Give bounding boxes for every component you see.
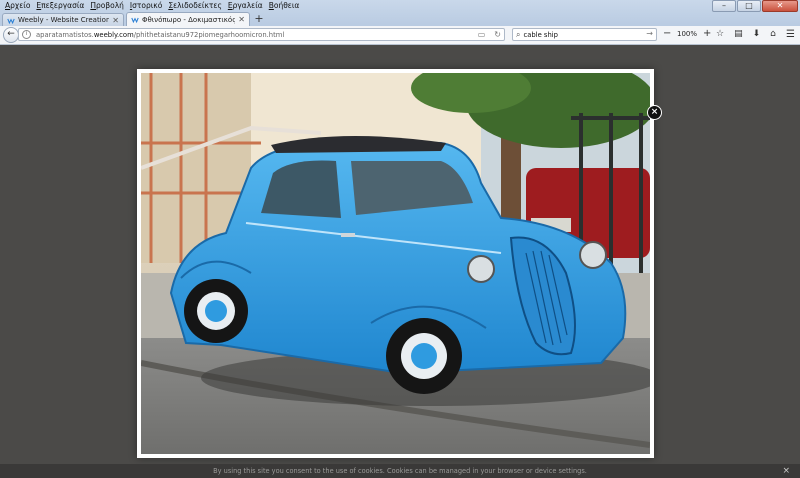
home-icon[interactable]: ⌂ bbox=[770, 29, 776, 39]
window-controls: – □ ✕ bbox=[712, 0, 798, 12]
hamburger-menu-icon[interactable]: ☰ bbox=[786, 29, 795, 40]
maximize-button[interactable]: □ bbox=[737, 0, 761, 12]
menu-bar: Αρχείο Επεξεργασία Προβολή Ιστορικό Σελι… bbox=[2, 0, 302, 11]
menu-view[interactable]: Προβολή bbox=[87, 0, 127, 11]
url-path: /phithetaistanu972piomegarhoomicron.html bbox=[133, 30, 285, 39]
tab-autumn[interactable]: Φθινόπωρο - Δοκιμαστικός ✕ bbox=[126, 12, 250, 26]
zoom-in-button[interactable]: + bbox=[703, 28, 711, 39]
tab-title: Φθινόπωρο - Δοκιμαστικός bbox=[142, 15, 236, 24]
reader-view-icon[interactable]: ▭ bbox=[478, 30, 486, 39]
car-photo bbox=[141, 73, 650, 454]
cookie-notice-text: By using this site you consent to the us… bbox=[213, 467, 587, 475]
toolbar-icons: ☆ ▤ ⬇ ⌂ bbox=[716, 29, 776, 39]
url-prefix: aparatamatistos. bbox=[36, 30, 94, 39]
reload-icon[interactable]: ↻ bbox=[494, 30, 501, 39]
tab-strip: Weebly - Website Creation M ✕ Φθινόπωρο … bbox=[0, 11, 266, 26]
bookmark-star-icon[interactable]: ☆ bbox=[716, 29, 724, 39]
navigation-bar: ← i aparatamatistos. weebly.com/phithetai… bbox=[0, 26, 800, 45]
back-button[interactable]: ← bbox=[3, 27, 19, 43]
zoom-out-button[interactable]: − bbox=[663, 28, 671, 39]
tab-weebly[interactable]: Weebly - Website Creation M ✕ bbox=[2, 13, 124, 26]
search-go-icon[interactable]: → bbox=[646, 29, 653, 38]
menu-bookmarks[interactable]: Σελιδοδείκτες bbox=[165, 0, 225, 11]
search-input[interactable]: cable ship bbox=[523, 31, 558, 39]
minimize-button[interactable]: – bbox=[712, 0, 736, 12]
url-host: weebly.com bbox=[93, 30, 134, 39]
close-window-button[interactable]: ✕ bbox=[762, 0, 798, 12]
menu-history[interactable]: Ιστορικό bbox=[127, 0, 165, 11]
menu-tools[interactable]: Εργαλεία bbox=[225, 0, 266, 11]
zoom-controls: − 100% + bbox=[663, 28, 711, 39]
info-icon[interactable]: i bbox=[22, 30, 31, 39]
new-tab-button[interactable]: + bbox=[252, 13, 266, 26]
weebly-icon bbox=[131, 17, 139, 23]
menu-help[interactable]: Βοήθεια bbox=[266, 0, 303, 11]
menu-edit[interactable]: Επεξεργασία bbox=[33, 0, 87, 11]
search-bar[interactable]: ⌕ cable ship → bbox=[512, 28, 657, 41]
cookie-close-icon[interactable]: × bbox=[782, 464, 790, 478]
zoom-level[interactable]: 100% bbox=[677, 30, 697, 38]
tab-close-icon[interactable]: ✕ bbox=[112, 16, 119, 25]
tab-close-icon[interactable]: ✕ bbox=[238, 15, 245, 24]
bookmarks-list-icon[interactable]: ▤ bbox=[734, 29, 743, 39]
download-icon[interactable]: ⬇ bbox=[753, 29, 761, 39]
menu-file[interactable]: Αρχείο bbox=[2, 0, 33, 11]
lightbox-close-button[interactable]: × bbox=[647, 105, 662, 120]
weebly-icon bbox=[7, 18, 15, 24]
browser-titlebar: Αρχείο Επεξεργασία Προβολή Ιστορικό Σελι… bbox=[0, 0, 800, 26]
search-icon: ⌕ bbox=[516, 29, 521, 39]
address-bar[interactable]: i aparatamatistos. weebly.com/phithetaist… bbox=[18, 28, 505, 41]
tab-title: Weebly - Website Creation M bbox=[18, 16, 110, 24]
cookie-bar: By using this site you consent to the us… bbox=[0, 464, 800, 478]
lightbox bbox=[137, 69, 654, 458]
page-content: × bbox=[0, 45, 800, 464]
